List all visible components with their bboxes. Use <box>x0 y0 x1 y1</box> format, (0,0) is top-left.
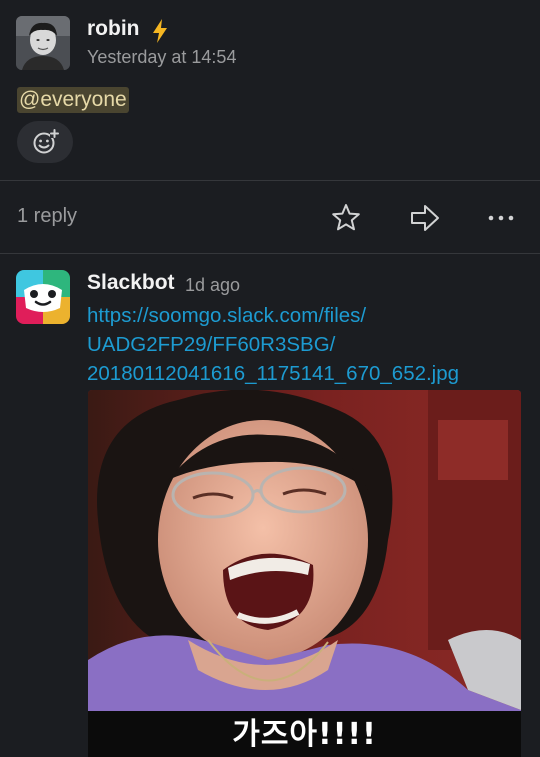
file-link-line[interactable]: 20180112041616_1175141_670_652.jpg <box>87 359 527 388</box>
add-reaction-button[interactable] <box>17 121 73 163</box>
image-caption: 가즈아!!!! <box>88 711 521 757</box>
sender-name[interactable]: Slackbot <box>87 271 175 295</box>
file-link-line[interactable]: https://soomgo.slack.com/files/ <box>87 301 527 330</box>
add-reaction-icon <box>33 129 59 154</box>
thread-action-bar: 1 reply <box>0 181 540 253</box>
slackbot-avatar[interactable] <box>16 270 70 324</box>
everyone-mention[interactable]: @everyone <box>17 87 129 113</box>
sender-name[interactable]: robin <box>87 17 140 41</box>
reply-count[interactable]: 1 reply <box>17 205 77 228</box>
avatar[interactable] <box>16 16 70 70</box>
file-link[interactable]: https://soomgo.slack.com/files/ UADG2FP2… <box>87 301 527 388</box>
more-icon[interactable] <box>484 201 518 235</box>
message-timestamp[interactable]: Yesterday at 14:54 <box>87 47 236 68</box>
message-timestamp[interactable]: 1d ago <box>185 275 240 296</box>
original-message: robin Yesterday at 14:54 @everyone <box>0 0 540 180</box>
file-link-line[interactable]: UADG2FP29/FF60R3SBG/ <box>87 330 527 359</box>
share-icon[interactable] <box>408 201 442 235</box>
lightning-bolt-icon <box>153 19 167 43</box>
thread-view: robin Yesterday at 14:54 @everyone 1 rep… <box>0 0 540 757</box>
image-preview[interactable]: 가즈아!!!! <box>88 390 521 757</box>
reply-message: Slackbot 1d ago https://soomgo.slack.com… <box>0 254 540 757</box>
star-icon[interactable] <box>329 201 363 235</box>
laughing-woman-image <box>88 390 521 757</box>
